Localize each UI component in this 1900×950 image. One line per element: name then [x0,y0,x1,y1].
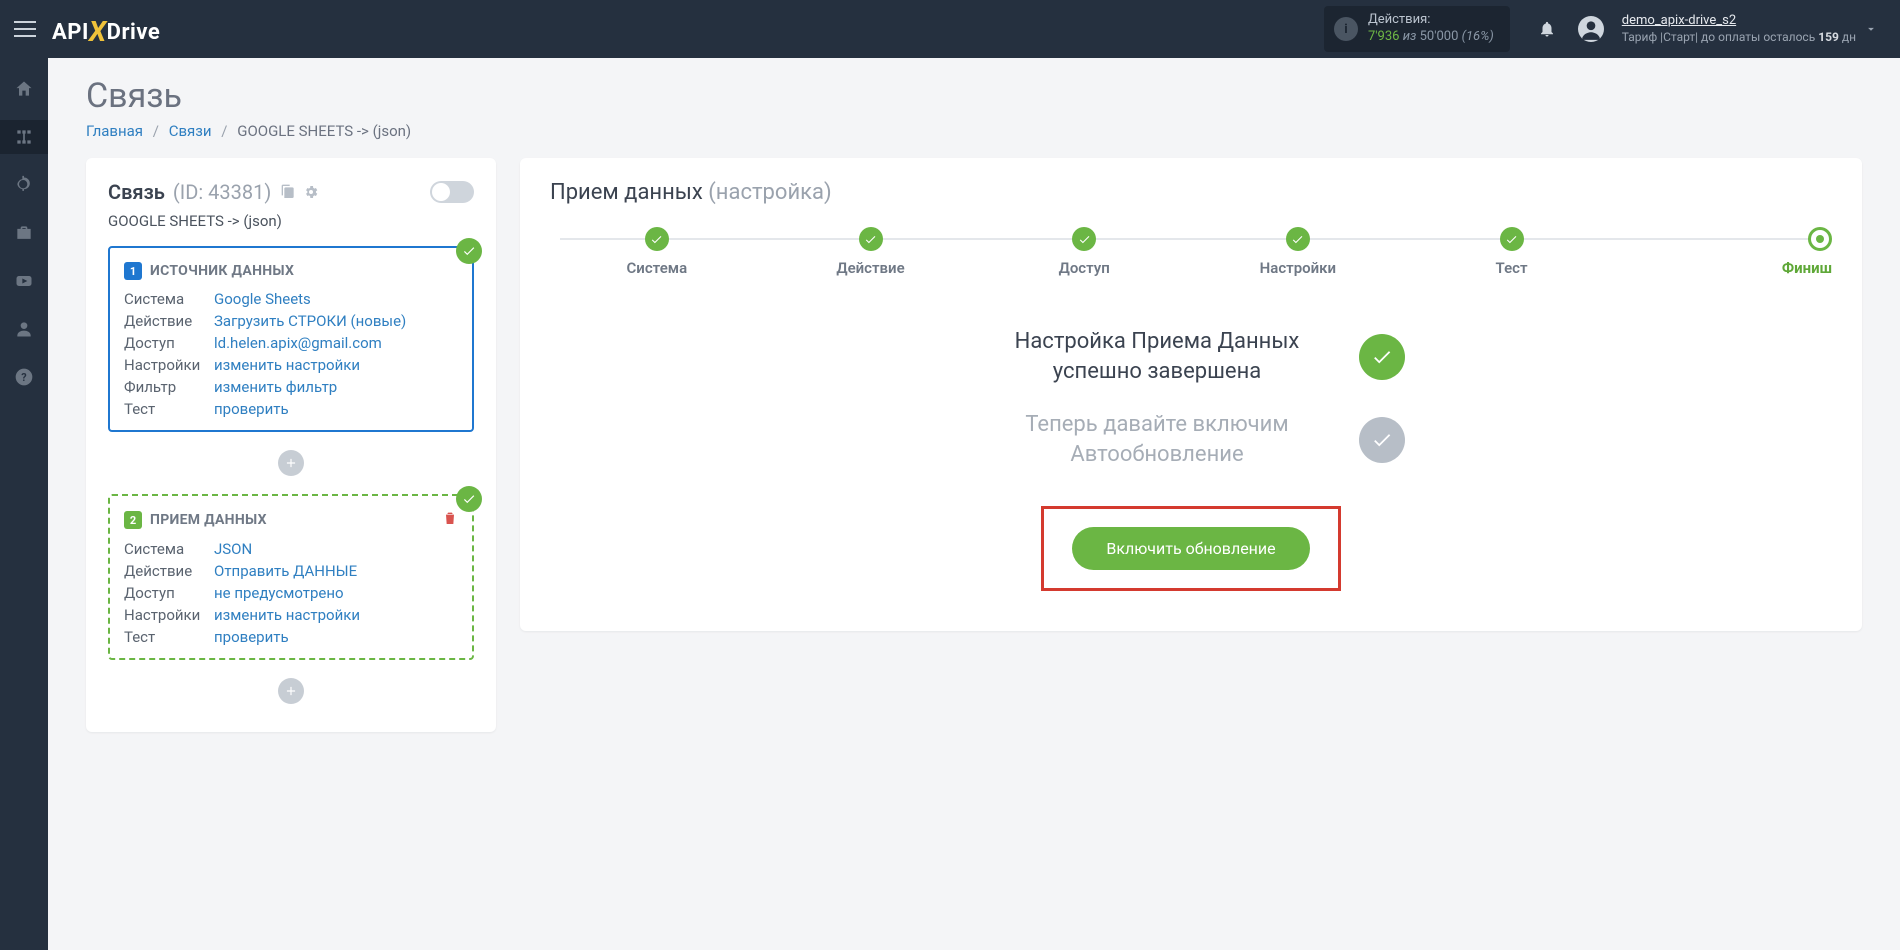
notifications-icon[interactable] [1538,20,1556,38]
check-circle-icon [1359,334,1405,380]
breadcrumb: Главная / Связи / GOOGLE SHEETS -> (json… [86,122,1862,140]
dst-settings[interactable]: изменить настройки [214,606,360,624]
breadcrumb-current: GOOGLE SHEETS -> (json) [237,122,411,140]
delete-icon[interactable] [442,510,458,530]
actions-total: 50'000 [1420,29,1459,44]
block-number: 2 [124,511,142,529]
info-icon: i [1334,17,1358,41]
block-title: ИСТОЧНИК ДАННЫХ [150,263,294,279]
src-action[interactable]: Загрузить СТРОКИ (новые) [214,312,406,330]
step-access[interactable] [1072,227,1096,251]
username: demo_apix-drive_s2 [1622,13,1856,30]
breadcrumb-home[interactable]: Главная [86,122,143,140]
actions-of: из [1403,29,1417,44]
sidebar-billing-icon[interactable] [0,168,48,202]
actions-percent: (16%) [1462,29,1494,44]
topbar: APIXDrive i Действия: 7'936 из 50'000 (1… [0,0,1900,58]
step-action[interactable] [859,227,883,251]
sidebar-home-icon[interactable] [0,72,48,106]
finish-message-done: Настройка Приема Данных успешно завершен… [977,327,1337,386]
wizard-card: Прием данных (настройка) Система Действи… [520,158,1862,631]
sidebar-help-icon[interactable]: ? [0,360,48,394]
breadcrumb-links[interactable]: Связи [169,122,212,140]
check-circle-pending-icon [1359,417,1405,463]
sidebar-video-icon[interactable] [0,264,48,298]
finish-message-next: Теперь давайте включим Автообновление [977,410,1337,469]
src-filter[interactable]: изменить фильтр [214,378,337,396]
page-title: Связь [86,76,1862,116]
connection-id: (ID: 43381) [173,180,271,204]
enable-highlight: Включить обновление [1041,506,1340,591]
sidebar-user-icon[interactable] [0,312,48,346]
enable-update-button[interactable]: Включить обновление [1072,527,1309,570]
src-access[interactable]: ld.helen.apix@gmail.com [214,334,382,352]
menu-toggle[interactable] [14,21,36,37]
dst-access[interactable]: не предусмотрено [214,584,344,602]
sidebar-briefcase-icon[interactable] [0,216,48,250]
block-number: 1 [124,262,142,280]
src-settings[interactable]: изменить настройки [214,356,360,374]
dst-system[interactable]: JSON [214,540,252,558]
add-between-button[interactable] [278,450,304,476]
connection-label: Связь [108,180,165,204]
step-test[interactable] [1500,227,1524,251]
sidebar: ? [0,58,48,950]
logo[interactable]: APIXDrive [52,13,160,46]
check-icon [456,238,482,264]
svg-text:?: ? [21,371,26,384]
avatar-icon [1578,16,1604,42]
user-menu[interactable]: demo_apix-drive_s2 Тариф |Старт| до опла… [1570,13,1856,45]
sidebar-connections-icon[interactable] [0,120,48,154]
dst-test[interactable]: проверить [214,628,289,646]
src-test[interactable]: проверить [214,400,289,418]
wizard-steps: Система Действие Доступ Настройки Тест Ф… [550,227,1832,277]
step-settings[interactable] [1286,227,1310,251]
tariff-line: Тариф |Старт| до оплаты осталось 159 дн [1622,30,1856,46]
enable-toggle[interactable] [430,181,474,203]
connection-card: Связь (ID: 43381) GOOGLE SHEETS -> (json… [86,158,496,732]
check-icon [456,486,482,512]
step-finish[interactable] [1808,227,1832,251]
block-title: ПРИЕМ ДАННЫХ [150,512,267,528]
actions-label: Действия: [1368,12,1494,29]
actions-used: 7'936 [1368,29,1400,44]
chevron-down-icon[interactable] [1864,22,1878,36]
actions-counter[interactable]: i Действия: 7'936 из 50'000 (16%) [1324,6,1510,52]
wizard-title: Прием данных (настройка) [550,180,1832,205]
destination-block: 2 ПРИЕМ ДАННЫХ СистемаJSON ДействиеОтпра… [108,494,474,660]
gear-icon[interactable] [303,184,319,200]
connection-subtitle: GOOGLE SHEETS -> (json) [108,212,474,230]
source-block: 1 ИСТОЧНИК ДАННЫХ СистемаGoogle Sheets Д… [108,246,474,432]
step-system[interactable] [645,227,669,251]
copy-icon[interactable] [279,184,295,200]
add-destination-button[interactable] [278,678,304,704]
src-system[interactable]: Google Sheets [214,290,311,308]
dst-action[interactable]: Отправить ДАННЫЕ [214,562,357,580]
